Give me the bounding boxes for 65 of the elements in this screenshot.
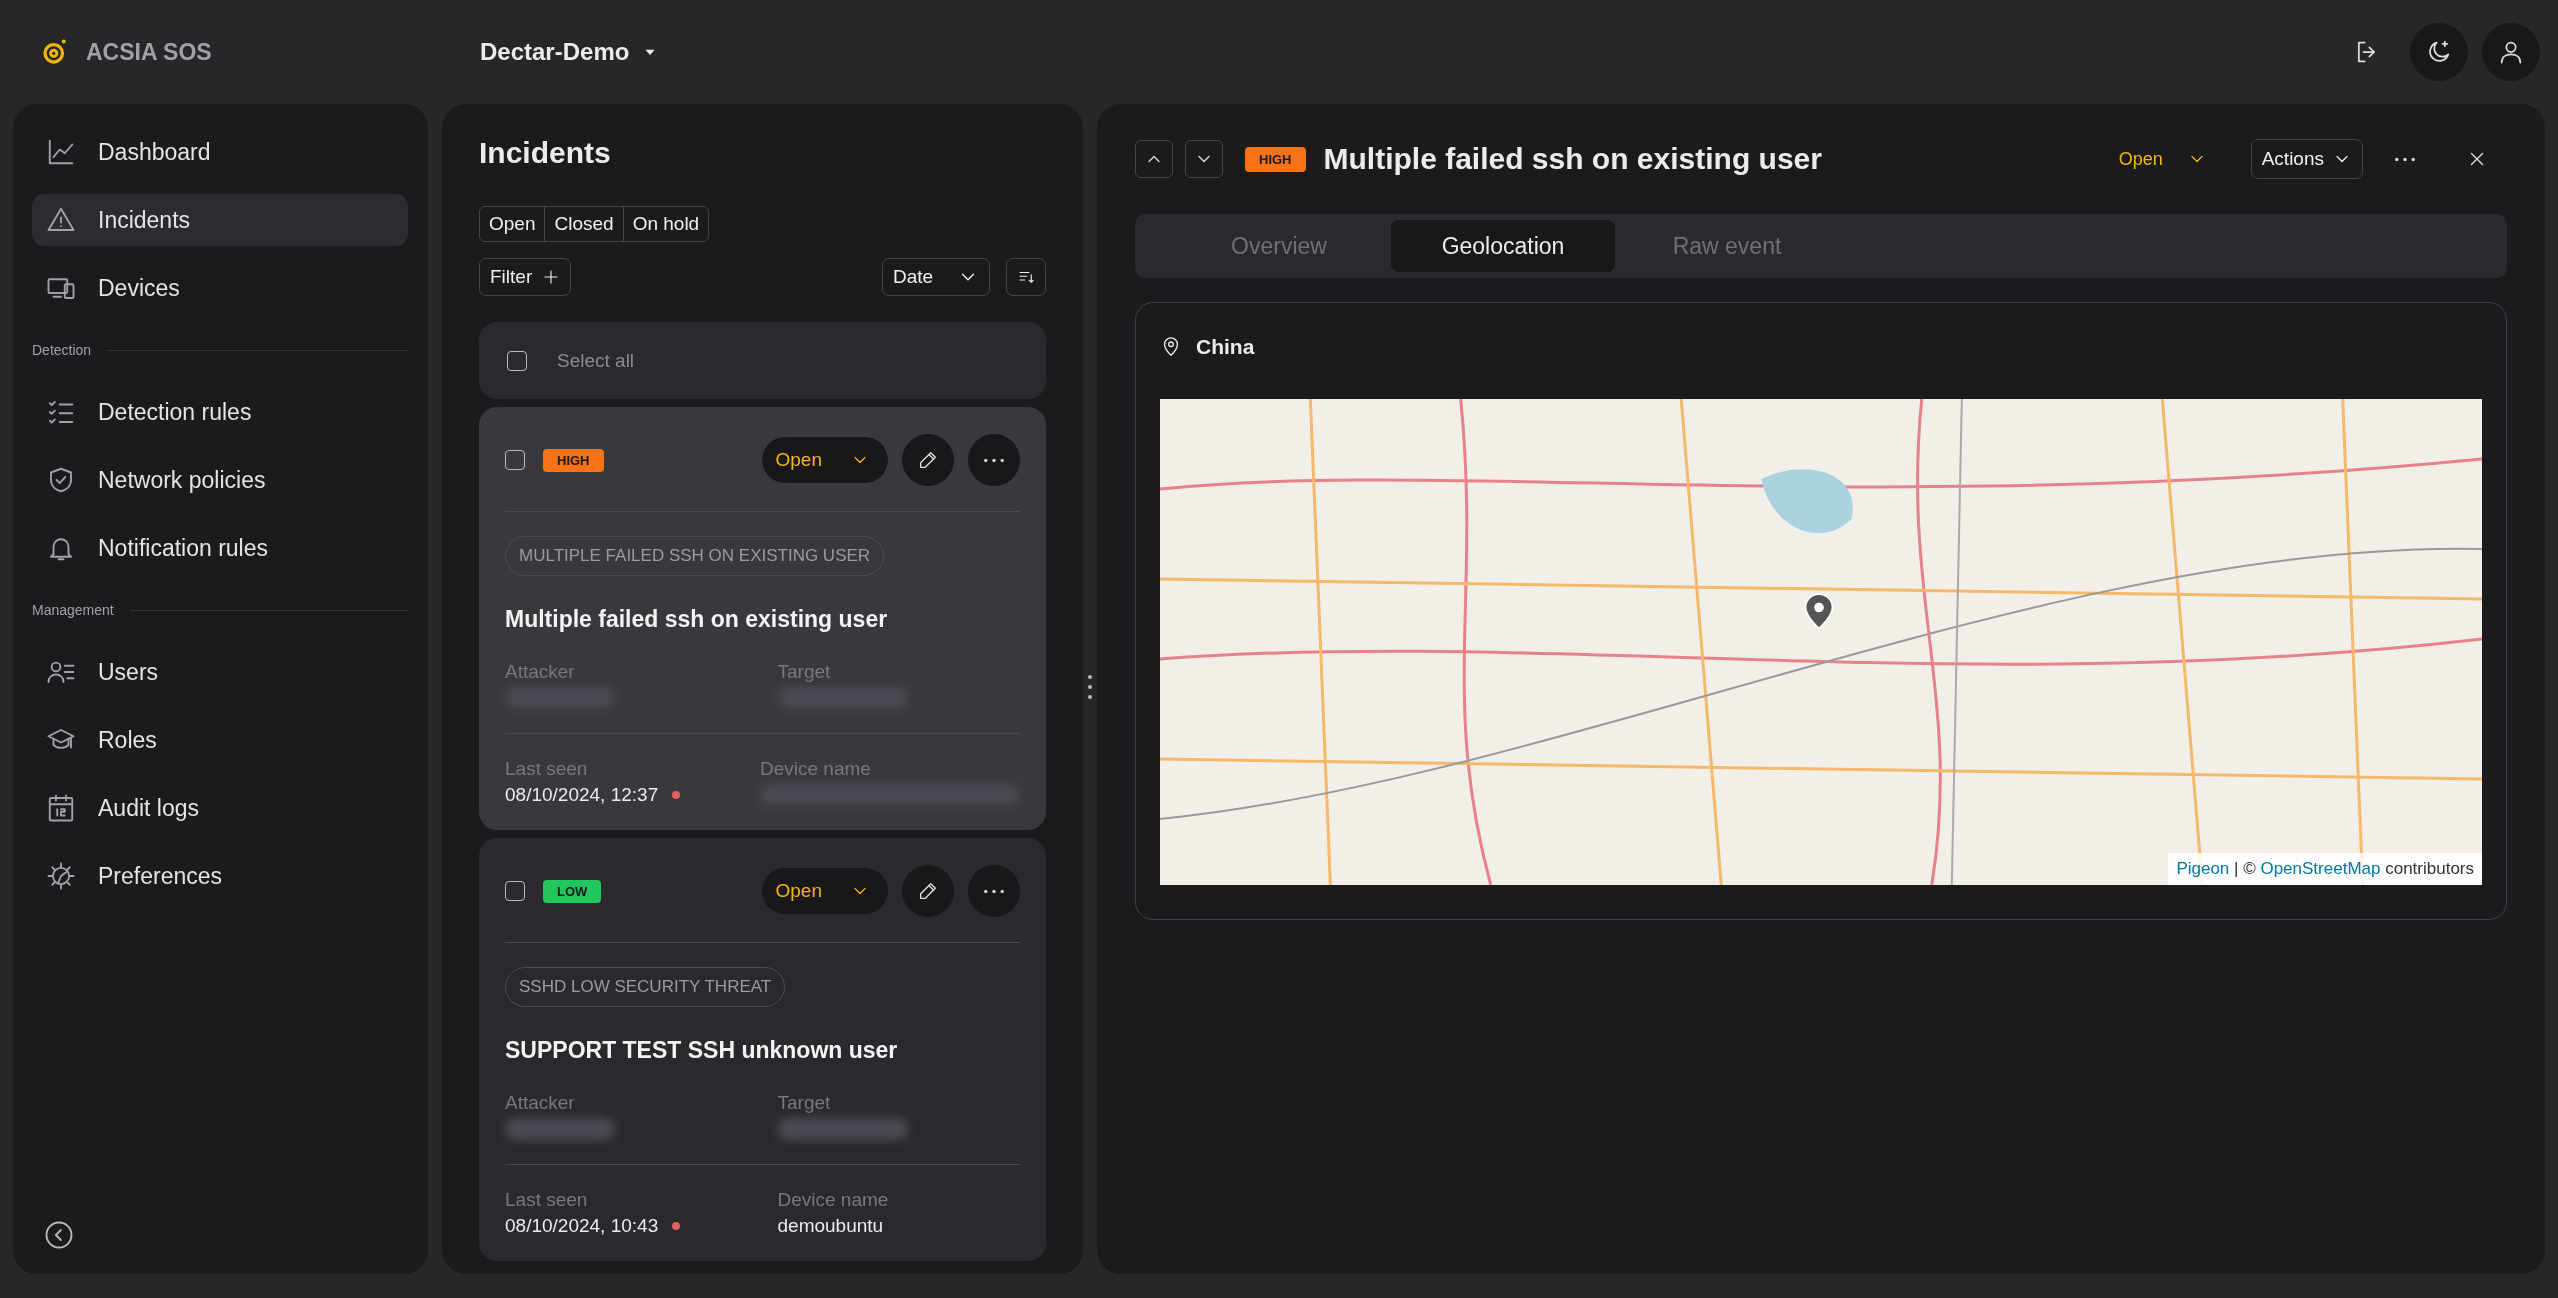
pencil-icon: [917, 449, 939, 471]
field-label: Target: [777, 661, 832, 683]
edit-button[interactable]: [902, 865, 954, 917]
severity-badge: HIGH: [543, 448, 604, 472]
app-name: ACSIA SOS: [86, 38, 212, 66]
checkbox[interactable]: [505, 881, 525, 901]
field-value: 08/10/2024, 12:37: [505, 784, 659, 806]
field-label: Last seen: [505, 758, 589, 780]
checkbox[interactable]: [505, 450, 525, 470]
actions-dropdown[interactable]: Actions: [2250, 139, 2363, 179]
nav-item[interactable]: Notification rules: [32, 522, 408, 574]
attribution-link[interactable]: OpenStreetMap: [2260, 859, 2381, 878]
status-filter-tab[interactable]: On hold: [623, 207, 709, 241]
field-label: Attacker: [505, 661, 576, 683]
tab[interactable]: Geolocation: [1391, 220, 1615, 272]
pencil-icon: [917, 880, 939, 902]
section-heading: Management: [32, 602, 114, 618]
incident-title: Multiple failed ssh on existing user: [1323, 142, 1822, 176]
field-value: demoubuntu: [777, 1215, 884, 1237]
incident-title: Multiple failed ssh on existing user: [505, 606, 889, 633]
calendar-icon: [46, 793, 76, 823]
field-label: Device name: [760, 758, 872, 780]
status-dropdown[interactable]: Open: [761, 868, 888, 914]
field-value: 08/10/2024, 10:43: [505, 1215, 659, 1237]
more-icon: [984, 888, 1004, 894]
sort-dropdown[interactable]: Date: [882, 258, 990, 296]
more-icon: [2395, 156, 2415, 162]
chevron-left-icon: [44, 1220, 74, 1250]
nav-item[interactable]: Dashboard: [32, 126, 408, 178]
status-filter-tab[interactable]: Open: [480, 207, 546, 241]
nav-item[interactable]: Detection rules: [32, 386, 408, 438]
nav-item[interactable]: Network policies: [32, 454, 408, 506]
gear-icon: [46, 861, 76, 891]
field-label: Last seen: [505, 1189, 589, 1211]
field-label: Target: [777, 1092, 832, 1114]
incident-title: SUPPORT TEST SSH unknown user: [505, 1037, 899, 1064]
status-dropdown[interactable]: Open: [2104, 139, 2225, 179]
chart-icon: [46, 137, 76, 167]
collapse-button[interactable]: [44, 1220, 74, 1250]
nav-item[interactable]: Users: [32, 646, 408, 698]
field-label: Attacker: [505, 1092, 576, 1114]
checkbox[interactable]: [507, 350, 527, 371]
workspace-dropdown[interactable]: Dectar-Demo: [480, 38, 660, 66]
edit-button[interactable]: [902, 434, 954, 486]
filter-button[interactable]: Filter: [479, 258, 572, 296]
panel-title: Incidents: [479, 136, 612, 170]
severity-badge: HIGH: [1245, 146, 1306, 172]
sort-order-button[interactable]: [1006, 258, 1046, 296]
incident-card[interactable]: HIGH Open MULTIPLE FAILED SSH ON EXISTING USER Multiple failed ssh on existing user Attacker Target Last seen 08/10/2024, 12:37 Device name: [479, 407, 1046, 830]
field-label: Device name: [777, 1189, 890, 1211]
nav-item[interactable]: Devices: [32, 262, 408, 314]
status-dropdown[interactable]: Open: [761, 437, 888, 483]
incident-card[interactable]: LOW Open SSHD LOW SECURITY THREAT SUPPORT TEST SSH unknown user Attacker Target Last seen 08/10/2024, 10:43 Device name demoubuntu: [479, 838, 1046, 1261]
severity-badge: LOW: [543, 879, 602, 903]
nav-item[interactable]: Preferences: [32, 850, 408, 902]
nav-item[interactable]: Audit logs: [32, 782, 408, 834]
select-all-label: Select all: [557, 349, 635, 372]
nav-item[interactable]: Roles: [32, 714, 408, 766]
attribution-link[interactable]: Pigeon: [2176, 859, 2230, 878]
nav-item[interactable]: Incidents: [32, 194, 408, 246]
section-heading: Detection: [32, 342, 92, 358]
more-icon: [984, 457, 1004, 463]
status-filter-tab[interactable]: Closed: [545, 207, 624, 241]
map-attribution: Pigeon | © OpenStreetMap contributors: [2168, 853, 2482, 885]
location-name: China: [1196, 335, 1255, 359]
